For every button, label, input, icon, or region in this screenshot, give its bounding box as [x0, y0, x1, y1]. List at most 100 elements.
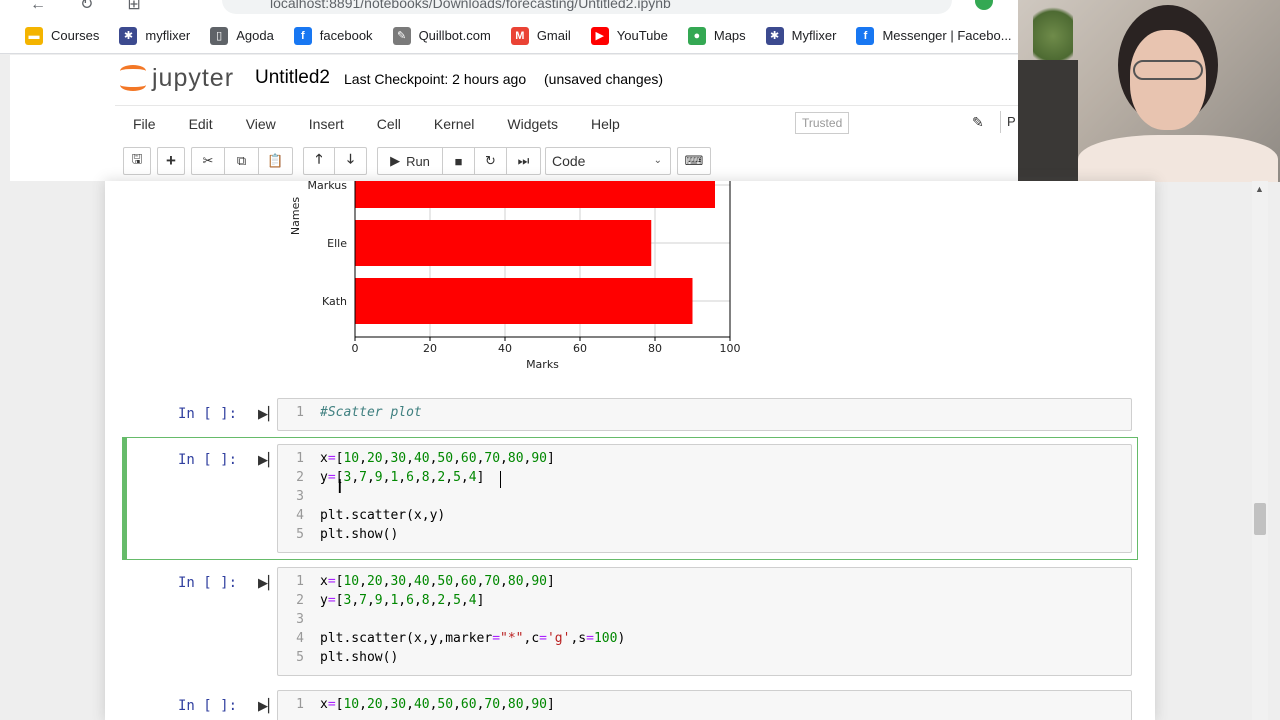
cell-prompt: In [ ]: — [178, 698, 238, 714]
code-line[interactable]: plt.scatter(x,y,marker="*",c='g',s=100) — [320, 631, 625, 646]
bar-elle — [355, 220, 652, 266]
bookmark-item[interactable]: ▬ Courses — [25, 26, 100, 45]
restart-icon: ↻ — [485, 153, 496, 168]
bookmark-label: Agoda — [236, 28, 274, 43]
kernel-indicator[interactable]: P — [1000, 111, 1016, 133]
keyboard-icon: ⌨ — [684, 153, 704, 168]
menu-help[interactable]: Help — [591, 116, 620, 132]
restart-button[interactable]: ↻ — [475, 147, 507, 175]
code-line[interactable]: x=[10,20,30,40,50,60,70,80,90] — [320, 697, 555, 712]
bookmark-item[interactable]: ✎ Quillbot.com — [392, 26, 491, 45]
bookmark-item[interactable]: ▶ YouTube — [590, 26, 668, 45]
text-cursor — [500, 471, 501, 488]
bookmark-item[interactable]: f facebook — [293, 26, 373, 45]
menu-file[interactable]: File — [133, 116, 156, 132]
page-scrollbar[interactable]: ▲ — [1252, 181, 1268, 720]
run-button[interactable]: ▶ Run — [377, 147, 443, 175]
move-up-button[interactable]: 🡑 — [303, 147, 335, 175]
code-line[interactable]: x=[10,20,30,40,50,60,70,80,90] — [320, 574, 555, 589]
menu-insert[interactable]: Insert — [309, 116, 344, 132]
jupyter-logo[interactable]: jupyter — [120, 63, 234, 93]
scissors-icon: ✂ — [202, 153, 214, 168]
line-number: 1 — [296, 697, 304, 712]
code-line[interactable]: plt.show() — [320, 650, 398, 665]
bookmark-item[interactable]: ✱ myflixer — [119, 26, 191, 45]
mouse-ibeam-cursor-icon: I — [337, 476, 343, 498]
y-axis-label: Names — [289, 197, 302, 235]
bookmark-item[interactable]: f Messenger | Facebo... — [856, 26, 1012, 45]
copy-button[interactable]: ⧉ — [225, 147, 259, 175]
x-tick-label: 20 — [423, 342, 437, 355]
webcam-shelf — [1018, 60, 1078, 182]
bookmark-item[interactable]: ▯ Agoda — [210, 26, 274, 45]
insert-cell-button[interactable]: + — [157, 147, 185, 175]
y-tick-label: Kath — [322, 295, 347, 308]
bar-chart-output: Kath Elle Markus 0 20 40 60 80 100 Marks Names — [289, 181, 741, 371]
gmail-icon: M — [510, 26, 529, 45]
bookmark-item[interactable]: ● Maps — [687, 26, 746, 45]
bookmarks-bar: ▬ Courses ✱ myflixer ▯ Agoda f facebook ✎ Quillbo… — [0, 18, 1018, 54]
bookmark-label: myflixer — [145, 28, 191, 43]
folder-icon: ▬ — [25, 26, 43, 45]
cell-prompt: In [ ]: — [178, 406, 238, 422]
bookmark-label: Quillbot.com — [418, 28, 491, 43]
bookmark-item[interactable]: M Gmail — [510, 26, 571, 45]
bookmark-label: Maps — [713, 28, 746, 43]
menu-kernel[interactable]: Kernel — [434, 116, 474, 132]
interrupt-button[interactable]: ■ — [443, 147, 475, 175]
save-button[interactable]: 🖫 — [123, 147, 151, 175]
line-number: 1 — [296, 405, 304, 420]
webcam-person-glasses — [1133, 60, 1203, 80]
url-text[interactable]: localhost:8891/notebooks/Downloads/forec… — [270, 0, 671, 11]
globe-icon: ✱ — [119, 26, 138, 45]
facebook-icon: f — [293, 26, 312, 45]
bookmark-label: Courses — [51, 28, 100, 43]
page-icon: ▯ — [210, 26, 229, 45]
paste-button[interactable]: 📋 — [259, 147, 293, 175]
cell-type-select[interactable]: Code ⌄ — [545, 147, 671, 175]
scrollbar-thumb[interactable] — [1254, 503, 1266, 535]
menu-widgets[interactable]: Widgets — [507, 116, 558, 132]
menu-view[interactable]: View — [246, 116, 276, 132]
line-number: 4 — [296, 631, 304, 646]
extension-icon[interactable] — [975, 0, 993, 10]
bookmark-item[interactable]: ✱ Myflixer — [765, 26, 837, 45]
menu-edit[interactable]: Edit — [189, 116, 213, 132]
bookmark-label: Myflixer — [791, 28, 837, 43]
stop-icon: ■ — [454, 153, 463, 169]
run-cell-icon[interactable]: ▶▏ — [258, 406, 278, 422]
maps-icon: ● — [687, 26, 706, 45]
browser-address-bar: ←↻⊞ localhost:8891/notebooks/Downloads/f… — [0, 0, 1018, 18]
run-cell-icon[interactable]: ▶▏ — [258, 575, 278, 591]
cell-prompt: In [ ]: — [178, 575, 238, 591]
line-number: 3 — [296, 612, 304, 627]
arrow-up-icon: 🡑 — [315, 151, 323, 166]
run-cell-icon[interactable]: ▶▏ — [258, 698, 278, 714]
x-tick-label: 40 — [498, 342, 512, 355]
cut-button[interactable]: ✂ — [191, 147, 225, 175]
command-palette-button[interactable]: ⌨ — [677, 147, 711, 175]
scroll-up-icon[interactable]: ▲ — [1255, 184, 1264, 194]
line-number: 5 — [296, 650, 304, 665]
webcam-person-shirt — [1078, 135, 1278, 182]
x-tick-label: 60 — [573, 342, 587, 355]
facebook-icon: f — [856, 26, 875, 45]
trusted-indicator[interactable]: Trusted — [795, 112, 850, 134]
browser-nav-icons[interactable]: ←↻⊞ — [30, 0, 175, 14]
line-number: 1 — [296, 574, 304, 589]
line-number: 2 — [296, 593, 304, 608]
move-down-button[interactable]: 🡓 — [335, 147, 367, 175]
notebook-title[interactable]: Untitled2 — [255, 67, 330, 89]
quill-icon: ✎ — [392, 26, 411, 45]
restart-run-all-button[interactable]: ⏭ — [507, 147, 541, 175]
webcam-plant — [1033, 0, 1073, 60]
x-axis-label: Marks — [526, 358, 559, 371]
code-line[interactable]: #Scatter plot — [320, 405, 422, 420]
code-line[interactable]: y=[3,7,9,1,6,8,2,5,4] — [320, 593, 484, 608]
run-label: Run — [406, 153, 430, 169]
jupyter-logo-text: jupyter — [152, 63, 235, 92]
cell-type-value: Code — [552, 153, 586, 169]
menu-cell[interactable]: Cell — [377, 116, 401, 132]
webcam-overlay — [1018, 0, 1280, 182]
arrow-down-icon: 🡓 — [347, 151, 354, 166]
